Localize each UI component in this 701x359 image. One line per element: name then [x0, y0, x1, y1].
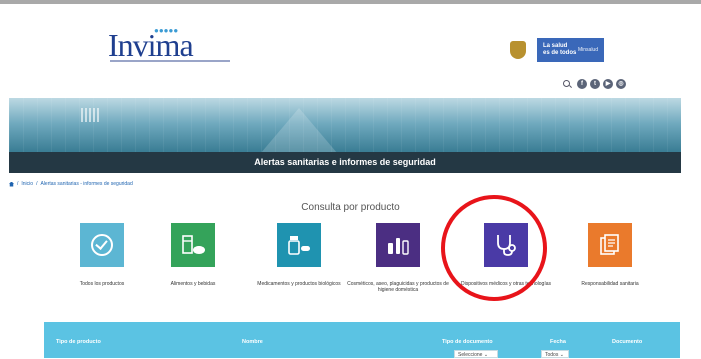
product-tile[interactable] — [376, 223, 420, 267]
results-table-header: Tipo de producto Nombre Tipo de document… — [44, 322, 680, 358]
food-drink-icon — [182, 235, 205, 254]
gov-slogan-line2: es de todos — [543, 50, 577, 56]
column-name: Nombre — [242, 339, 263, 345]
product-label[interactable]: Cosméticos, aseo, plaguicidas y producto… — [340, 281, 456, 293]
gov-slogan-line1: La salud — [543, 43, 568, 49]
cosmetics-bottles-icon — [388, 238, 409, 255]
product-tile[interactable] — [277, 223, 321, 267]
document-type-select-value: Seleccione — [458, 352, 483, 358]
logo-accent: ●●●●● — [154, 26, 179, 35]
product-tile[interactable] — [80, 223, 124, 267]
product-tile[interactable] — [588, 223, 632, 267]
breadcrumb-home[interactable]: Inicio — [21, 181, 33, 187]
column-product-type: Tipo de producto — [56, 339, 101, 345]
product-medicines[interactable]: Medicamentos y productos biológicos — [247, 223, 351, 287]
product-label[interactable]: Medicamentos y productos biológicos — [257, 281, 340, 287]
product-tile[interactable] — [171, 223, 215, 267]
product-food[interactable]: Alimentos y bebidas — [145, 223, 241, 287]
instagram-icon[interactable]: ◎ — [616, 79, 626, 89]
facebook-icon[interactable]: f — [577, 79, 587, 89]
document-type-select[interactable]: Seleccione ⌄ — [454, 350, 498, 358]
highlight-circle — [441, 195, 547, 301]
top-border — [0, 0, 701, 4]
breadcrumb: / Inicio / Alertas sanitarias - informes… — [9, 181, 133, 187]
medicine-bottle-icon — [288, 236, 310, 255]
social-links: f t ▶ ◎ — [563, 79, 626, 89]
column-date: Fecha — [550, 339, 566, 345]
breadcrumb-separator: / — [17, 181, 19, 187]
column-document-type: Tipo de documento — [442, 339, 493, 345]
breadcrumb-current: Alertas sanitarias - informes de segurid… — [40, 181, 133, 187]
breadcrumb-separator: / — [36, 181, 38, 187]
product-label[interactable]: Alimentos y bebidas — [171, 281, 216, 287]
invima-logo[interactable]: Invima ●●●●● — [108, 26, 230, 63]
check-circle-icon — [91, 234, 113, 256]
product-label[interactable]: Todos los productos — [80, 281, 124, 287]
column-document: Documento — [612, 339, 643, 345]
product-sanitary-responsibility[interactable]: Responsabilidad sanitaria — [555, 223, 665, 287]
search-icon[interactable] — [563, 79, 572, 89]
logo-text: Invima — [108, 27, 194, 63]
product-cosmetics[interactable]: Cosméticos, aseo, plaguicidas y producto… — [340, 223, 456, 293]
twitter-icon[interactable]: t — [590, 79, 600, 89]
product-all[interactable]: Todos los productos — [54, 223, 150, 287]
government-branding[interactable]: La salud es de todos Minsalud — [510, 38, 604, 62]
date-select[interactable]: Todos ⌄ — [541, 350, 569, 358]
date-select-value: Todos — [545, 352, 559, 358]
chart-bars-decoration — [81, 108, 99, 122]
product-label[interactable]: Responsabilidad sanitaria — [581, 281, 638, 287]
logo-tagline-line — [110, 60, 230, 62]
youtube-icon[interactable]: ▶ — [603, 79, 613, 89]
section-title: Consulta por producto — [301, 202, 400, 213]
page-title: Alertas sanitarias e informes de segurid… — [9, 152, 681, 173]
coat-of-arms-icon — [510, 41, 526, 59]
home-icon[interactable] — [9, 181, 14, 187]
documents-icon — [600, 234, 619, 255]
hero-banner: Alertas sanitarias e informes de segurid… — [9, 98, 681, 173]
gov-ministry: Minsalud — [577, 46, 598, 53]
gov-slogan-box: La salud es de todos Minsalud — [537, 38, 604, 62]
